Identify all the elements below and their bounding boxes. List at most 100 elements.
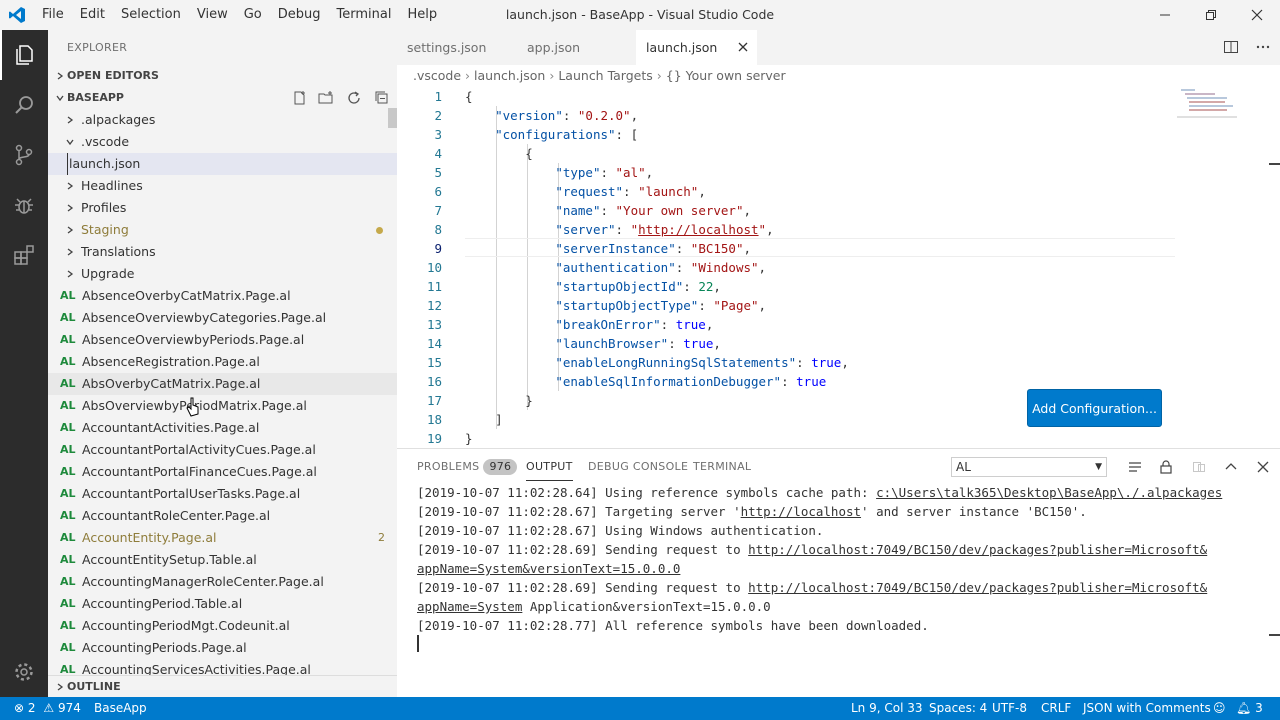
breadcrumb-item[interactable]: Launch Targets bbox=[558, 65, 652, 87]
close-window-button[interactable] bbox=[1234, 0, 1280, 30]
minimap[interactable] bbox=[1177, 87, 1237, 127]
restore-button[interactable] bbox=[1188, 0, 1234, 30]
code-line: 13 "breakOnError": true, bbox=[397, 315, 1177, 334]
project-status[interactable]: BaseApp bbox=[94, 697, 147, 720]
editor-tabs: settings.json app.json launch.json bbox=[397, 30, 1280, 65]
file-item[interactable]: AL AccountEntitySetup.Table.al bbox=[48, 549, 397, 571]
menu-debug[interactable]: Debug bbox=[270, 0, 329, 30]
folder-profiles[interactable]: Profiles bbox=[48, 197, 397, 219]
language-mode[interactable]: JSON with Comments bbox=[1083, 697, 1211, 720]
lock-scroll-icon[interactable] bbox=[1156, 457, 1176, 477]
menu-terminal[interactable]: Terminal bbox=[329, 0, 400, 30]
minimize-icon bbox=[1160, 14, 1170, 16]
minimize-button[interactable] bbox=[1142, 0, 1188, 30]
file-launch-json[interactable]: launch.json bbox=[48, 153, 397, 175]
file-item[interactable]: AL AccountantPortalActivityCues.Page.al bbox=[48, 439, 397, 461]
folder-translations[interactable]: Translations bbox=[48, 241, 397, 263]
file-item[interactable]: AL AccountingManagerRoleCenter.Page.al bbox=[48, 571, 397, 593]
file-item[interactable]: AL AbsenceOverviewbyPeriods.Page.al bbox=[48, 329, 397, 351]
add-configuration-button[interactable]: Add Configuration... bbox=[1027, 389, 1162, 427]
sidebar-scrollbar[interactable] bbox=[388, 108, 397, 128]
eol-status[interactable]: CRLF bbox=[1041, 697, 1071, 720]
more-actions-icon[interactable] bbox=[1255, 39, 1271, 59]
breadcrumb-item[interactable]: launch.json bbox=[474, 65, 545, 87]
menu-go[interactable]: Go bbox=[236, 0, 270, 30]
debug-icon[interactable] bbox=[0, 180, 48, 230]
search-icon[interactable] bbox=[0, 80, 48, 130]
file-label: AbsenceOverbyCatMatrix.Page.al bbox=[82, 288, 291, 303]
folder-vscode[interactable]: .vscode bbox=[48, 131, 397, 153]
file-item[interactable]: AL AccountantActivities.Page.al bbox=[48, 417, 397, 439]
settings-gear-icon[interactable] bbox=[0, 647, 48, 697]
chevron-right-icon bbox=[64, 116, 76, 124]
breadcrumb-item[interactable]: .vscode bbox=[413, 65, 461, 87]
file-item[interactable]: AL AbsenceOverbyCatMatrix.Page.al bbox=[48, 285, 397, 307]
extensions-icon[interactable] bbox=[0, 230, 48, 280]
split-editor-icon[interactable] bbox=[1223, 39, 1239, 59]
tab-app-json[interactable]: app.json bbox=[517, 30, 636, 65]
feedback-smiley-icon[interactable]: ☺ bbox=[1213, 697, 1226, 720]
tab-terminal[interactable]: TERMINAL bbox=[693, 449, 751, 484]
tab-launch-json[interactable]: launch.json bbox=[636, 30, 757, 65]
explorer-icon[interactable] bbox=[0, 30, 48, 80]
breadcrumb-item[interactable]: {} Your own server bbox=[666, 65, 786, 87]
outline-header[interactable]: OUTLINE bbox=[48, 675, 397, 697]
title-bar: File Edit Selection View Go Debug Termin… bbox=[0, 0, 1280, 30]
cursor-position[interactable]: Ln 9, Col 33 bbox=[851, 697, 923, 720]
baseapp-header[interactable]: BASEAPP bbox=[48, 87, 397, 109]
file-item[interactable]: AL AccountantPortalUserTasks.Page.al bbox=[48, 483, 397, 505]
chevron-down-icon: ▼ bbox=[1095, 462, 1102, 472]
folder-alpackages[interactable]: .alpackages bbox=[48, 109, 397, 131]
menu-view[interactable]: View bbox=[189, 0, 236, 30]
indentation-status[interactable]: Spaces: 4 bbox=[929, 697, 987, 720]
code-editor[interactable]: 1{ 2 "version": "0.2.0", 3 "configuratio… bbox=[397, 87, 1280, 448]
folder-label: Translations bbox=[81, 244, 156, 259]
file-item[interactable]: AL AbsenceOverviewbyCategories.Page.al bbox=[48, 307, 397, 329]
menu-edit[interactable]: Edit bbox=[72, 0, 113, 30]
close-icon[interactable] bbox=[738, 30, 748, 65]
close-icon[interactable] bbox=[1253, 457, 1273, 477]
modified-dot-icon bbox=[376, 227, 383, 234]
file-label: AccountantPortalUserTasks.Page.al bbox=[82, 486, 301, 501]
tab-problems[interactable]: PROBLEMS 976 bbox=[417, 449, 518, 484]
explorer-sidebar: EXPLORER OPEN EDITORS BASEAPP .alpackage… bbox=[48, 30, 397, 697]
file-item[interactable]: AL AccountantPortalFinanceCues.Page.al bbox=[48, 461, 397, 483]
folder-label: Headlines bbox=[81, 178, 143, 193]
al-file-icon: AL bbox=[60, 553, 76, 566]
open-log-icon[interactable] bbox=[1189, 457, 1209, 477]
tab-settings-json[interactable]: settings.json bbox=[397, 30, 517, 65]
maximize-panel-icon[interactable] bbox=[1221, 457, 1241, 477]
line-number: 3 bbox=[434, 127, 442, 142]
file-item[interactable]: AL AccountEntity.Page.al 2 bbox=[48, 527, 397, 549]
file-item[interactable]: AL AccountingPeriods.Page.al bbox=[48, 637, 397, 659]
tab-output[interactable]: OUTPUT bbox=[526, 449, 573, 481]
al-file-icon: AL bbox=[60, 355, 76, 368]
notifications-status[interactable]: 🔔︎ 3 bbox=[1236, 697, 1263, 720]
file-item[interactable]: AL AbsenceRegistration.Page.al bbox=[48, 351, 397, 373]
code-line: 6 "request": "launch", bbox=[397, 182, 1177, 201]
file-item[interactable]: AL AccountingPeriod.Table.al bbox=[48, 593, 397, 615]
file-item[interactable]: AL AbsOverbyCatMatrix.Page.al bbox=[48, 373, 397, 395]
output-channel-select[interactable]: AL ▼ bbox=[951, 457, 1107, 477]
code-line: 8 "server": "http://localhost", bbox=[397, 220, 1177, 239]
folder-upgrade[interactable]: Upgrade bbox=[48, 263, 397, 285]
file-item[interactable]: ALAbsOverviewbyPeriodMatrix.Page.al bbox=[48, 395, 397, 417]
folder-headlines[interactable]: Headlines bbox=[48, 175, 397, 197]
tab-debug-console[interactable]: DEBUG CONSOLE bbox=[588, 449, 688, 484]
line-number: 13 bbox=[426, 317, 442, 332]
clear-output-icon[interactable] bbox=[1125, 457, 1145, 477]
file-item[interactable]: AL AccountingPeriodMgt.Codeunit.al bbox=[48, 615, 397, 637]
chevron-right-icon bbox=[54, 72, 66, 80]
source-control-icon[interactable] bbox=[0, 130, 48, 180]
encoding-status[interactable]: UTF-8 bbox=[992, 697, 1027, 720]
chevron-right-icon bbox=[54, 682, 66, 691]
menu-help[interactable]: Help bbox=[399, 0, 445, 30]
open-editors-header[interactable]: OPEN EDITORS bbox=[48, 65, 397, 87]
code-line: 3 "configurations": [ bbox=[397, 125, 1177, 144]
activity-bar bbox=[0, 30, 48, 697]
menu-selection[interactable]: Selection bbox=[113, 0, 189, 30]
menu-file[interactable]: File bbox=[34, 0, 72, 30]
problems-status[interactable]: ⊗ 2 ⚠ 974 bbox=[14, 697, 81, 720]
folder-staging[interactable]: Staging bbox=[48, 219, 397, 241]
file-item[interactable]: AL AccountantRoleCenter.Page.al bbox=[48, 505, 397, 527]
